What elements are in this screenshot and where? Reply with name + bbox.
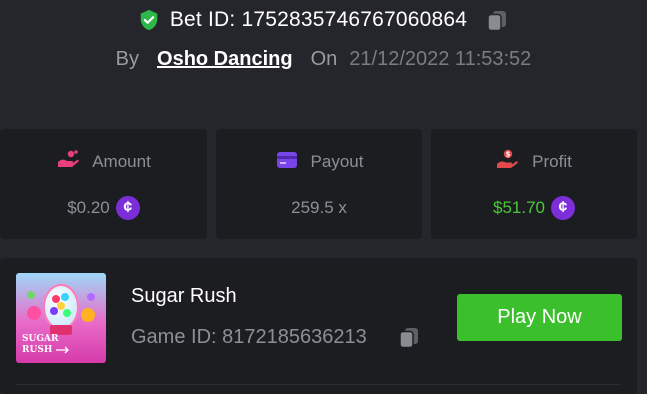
payout-value-row: 259.5 x [216,193,422,223]
svg-text:$: $ [506,150,511,158]
payout-card: Payout 259.5 x [216,129,422,239]
payout-value: 259.5 x [291,198,347,217]
payout-label: Payout [310,152,364,171]
game-title: Sugar Rush [131,285,237,307]
profit-label: Profit [532,152,572,171]
amount-value-row: $0.20 ¢ [0,193,207,223]
bet-header: Bet ID: 1752835746767060864 [0,4,647,36]
bet-date: 21/12/2022 11:53:52 [349,47,532,70]
profit-header: $ Profit [431,149,637,175]
amount-header: Amount [0,149,207,175]
profit-card: $ Profit $51.70 ¢ [431,129,637,239]
coin-icon: ¢ [551,196,575,220]
thumb-text-rush: RUSH [22,345,53,355]
game-id-row: Game ID: 8172185636213 [131,325,421,349]
shield-check-icon [138,9,160,31]
game-thumbnail[interactable]: SUGAR RUSH [16,273,106,363]
amount-label: Amount [92,152,151,171]
hand-coin-icon [56,149,80,176]
amount-value: $0.20 [67,198,110,217]
bet-meta: By Osho Dancing On 21/12/2022 11:53:52 [0,44,647,74]
card-icon [275,149,299,176]
stats-cards: Amount $0.20 ¢ Payout 259.5 x $ Profit $… [0,129,647,239]
divider [16,384,621,385]
amount-card: Amount $0.20 ¢ [0,129,207,239]
payout-header: Payout [216,149,422,175]
user-link[interactable]: Osho Dancing [157,48,293,71]
game-id: Game ID: 8172185636213 [131,325,367,348]
coin-icon: ¢ [115,196,140,220]
game-panel: SUGAR RUSH Sugar Rush Game ID: 817218563… [0,258,637,394]
copy-icon[interactable] [485,8,509,32]
play-now-button[interactable]: Play Now [457,294,622,341]
profit-value-row: $51.70 ¢ [431,193,637,223]
profit-value: $51.70 [493,198,545,217]
on-label: On [310,47,338,70]
bet-id: Bet ID: 1752835746767060864 [169,8,468,31]
by-label: By [115,47,140,70]
hand-dollar-icon: $ [496,149,520,176]
copy-icon[interactable] [397,325,421,349]
thumb-text-sugar: SUGAR [22,334,59,344]
